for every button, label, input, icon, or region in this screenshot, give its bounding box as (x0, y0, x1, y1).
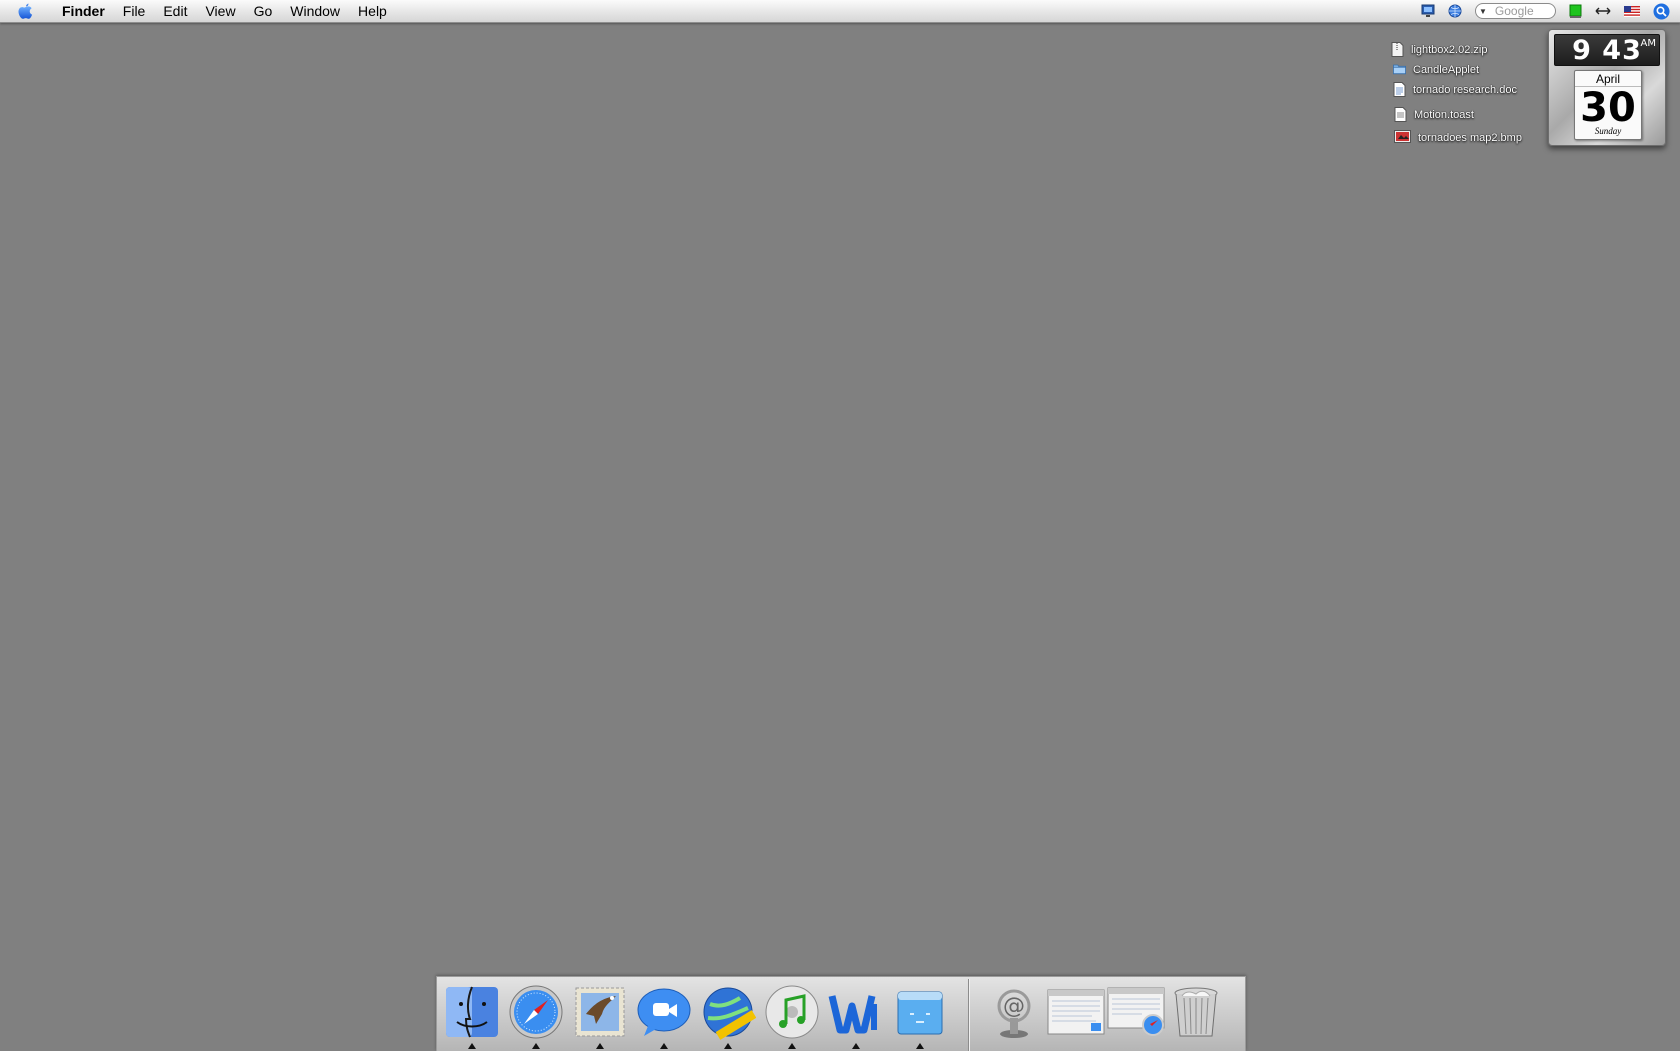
document-icon (1393, 82, 1406, 97)
safari-window-icon[interactable] (1107, 983, 1165, 1041)
network-globe-icon[interactable] (1448, 4, 1462, 18)
desktop-item-tornado-research-doc[interactable]: tornado research.doc (1393, 82, 1517, 97)
desktop-item-label: Motion.toast (1414, 108, 1474, 121)
dock-separator (968, 979, 969, 1051)
calendar-day: 30 (1580, 85, 1636, 131)
finder-icon[interactable] (443, 983, 501, 1041)
trash-icon[interactable] (1167, 983, 1225, 1041)
desktop-item-tornadoes-map-bmp[interactable]: tornadoes map2.bmp (1394, 130, 1522, 145)
calendar-page: April 30 Sunday (1574, 70, 1642, 140)
window-thumbnail-icon[interactable] (1047, 983, 1105, 1041)
spotlight-icon[interactable] (1653, 3, 1670, 20)
menu-window[interactable]: Window (281, 0, 349, 22)
desktop-item-motion-toast[interactable]: Motion.toast (1394, 107, 1474, 122)
word-icon[interactable] (827, 983, 885, 1041)
zip-file-icon (1391, 42, 1404, 57)
document-icon (1394, 107, 1407, 122)
safari-icon[interactable] (507, 983, 565, 1041)
desktop-item-label: tornado research.doc (1413, 83, 1517, 96)
us-flag-input-icon[interactable] (1624, 5, 1640, 17)
menu-extras: ▼ Google (1408, 0, 1670, 22)
search-dropdown-icon[interactable]: ▼ (1479, 7, 1487, 16)
folder-icon (1393, 62, 1406, 77)
menu-edit[interactable]: Edit (154, 0, 196, 22)
menu-go[interactable]: Go (245, 0, 282, 22)
ichat-icon[interactable] (635, 983, 693, 1041)
desktop-item-label: CandleApplet (1413, 63, 1480, 76)
running-indicator (788, 1043, 796, 1049)
desktop-item-candleapplet[interactable]: CandleApplet (1393, 62, 1479, 77)
apple-menu-icon[interactable] (17, 0, 39, 22)
search-placeholder: Google (1494, 4, 1534, 18)
svg-text:@: @ (1003, 994, 1025, 1019)
sync-arrows-icon[interactable] (1595, 6, 1611, 16)
dock: @ (436, 976, 1246, 1051)
menu-file[interactable]: File (114, 0, 155, 22)
clock-ampm: AM (1640, 38, 1656, 49)
menu-help[interactable]: Help (349, 0, 396, 22)
running-indicator (852, 1043, 860, 1049)
google-search-field[interactable]: ▼ Google (1475, 3, 1556, 19)
mail-stack-icon[interactable]: @ (985, 983, 1043, 1041)
image-file-icon (1394, 130, 1411, 145)
desktop-item-label: lightbox2.02.zip (1411, 43, 1488, 56)
menu-view[interactable]: View (196, 0, 244, 22)
running-indicator (660, 1043, 668, 1049)
clock-display: 9 43 AM (1554, 34, 1660, 66)
running-indicator (468, 1043, 476, 1049)
desktop-item-label: tornadoes map2.bmp (1418, 131, 1522, 144)
running-indicator (532, 1043, 540, 1049)
green-flag-icon[interactable] (1569, 4, 1582, 19)
clock-calendar-widget[interactable]: 9 43 AM April 30 Sunday (1548, 29, 1666, 146)
itunes-icon[interactable] (763, 983, 821, 1041)
folder-app-icon[interactable] (891, 983, 949, 1041)
running-indicator (724, 1043, 732, 1049)
running-indicator (916, 1043, 924, 1049)
desktop-item-lightbox-zip[interactable]: lightbox2.02.zip (1391, 42, 1487, 57)
display-icon[interactable] (1421, 4, 1435, 18)
menu-app-name[interactable]: Finder (53, 0, 114, 22)
clock-time: 9 43 (1572, 34, 1642, 66)
network-icon[interactable] (699, 983, 757, 1041)
running-indicator (596, 1043, 604, 1049)
mail-icon[interactable] (571, 983, 629, 1041)
menu-bar: Finder File Edit View Go Window Help ▼ G… (0, 0, 1680, 23)
